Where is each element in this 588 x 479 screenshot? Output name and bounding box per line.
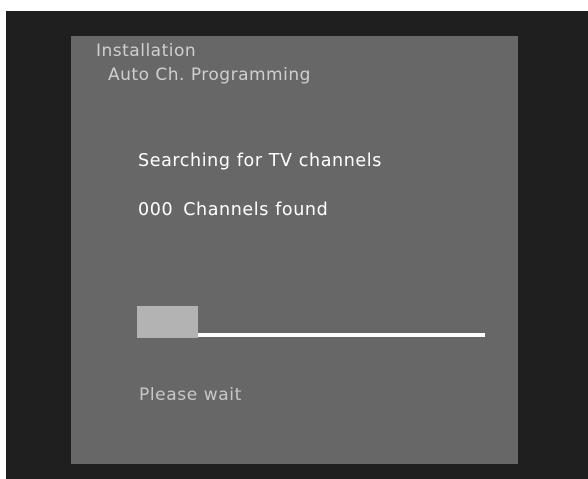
progress-fill	[137, 306, 198, 338]
menu-subtitle: Auto Ch. Programming	[108, 65, 311, 85]
channel-count: 000	[138, 200, 174, 220]
please-wait-text: Please wait	[139, 385, 242, 405]
channels-found-line: 000 Channels found	[138, 199, 328, 221]
search-status-text: Searching for TV channels	[138, 151, 382, 171]
channels-found-label: Channels found	[183, 200, 329, 220]
menu-title: Installation	[96, 41, 197, 61]
